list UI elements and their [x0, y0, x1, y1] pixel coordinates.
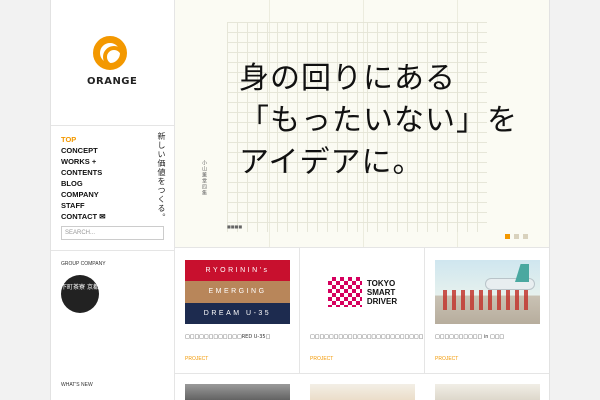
project-tag[interactable]: PROJECT — [310, 356, 333, 362]
project-thumbnail[interactable]: RYORININ's EMERGING DREAM U-35 — [185, 260, 290, 324]
orange-logo-icon[interactable] — [93, 36, 127, 70]
logo-word: DRIVER — [366, 296, 398, 306]
nav-item-staff[interactable]: STAFF — [61, 200, 105, 211]
project-thumbnail[interactable] — [310, 384, 415, 400]
project-thumbnail[interactable] — [185, 384, 290, 400]
slider-dots — [505, 234, 528, 239]
nav-item-company[interactable]: COMPANY — [61, 189, 105, 200]
project-tag[interactable]: PROJECT — [435, 356, 458, 362]
slider-dot[interactable] — [523, 234, 528, 239]
main-nav: TOP CONCEPT WORKS + CONTENTS BLOG COMPAN… — [61, 134, 105, 222]
crowd-image — [443, 290, 533, 310]
nav-item-concept[interactable]: CONCEPT — [61, 145, 105, 156]
logo-word: TOKYO — [366, 278, 396, 288]
slider-dot[interactable] — [514, 234, 519, 239]
nav-item-works[interactable]: WORKS + — [61, 156, 105, 167]
nav-item-blog[interactable]: BLOG — [61, 178, 105, 189]
project-card[interactable]: □□□□□□□□□□ in □□□ PROJECT — [425, 248, 549, 374]
tokyo-smart-driver-logo: TOKYO SMART DRIVER — [367, 279, 397, 306]
project-caption[interactable]: □□□□□□□□□□□□□□□□□□□□□□□□ — [310, 334, 423, 340]
red-u35-band: DREAM U-35 — [185, 302, 290, 324]
hero-headline: 身の回りにある 「もったいない」を アイデアに。 — [239, 58, 518, 184]
project-thumbnail[interactable] — [435, 260, 540, 324]
logo-word: SMART — [366, 287, 396, 297]
project-card[interactable]: TOKYO SMART DRIVER □□□□□□□□□□□□□□□□□□□□□… — [300, 248, 425, 374]
project-caption[interactable]: □□□□□□□□□□□□RED U-35□ — [185, 334, 270, 340]
checkered-logo-icon — [327, 277, 362, 307]
logo-text[interactable]: ORANGE — [87, 76, 137, 87]
tagline: 新しい価値をつくる。 — [157, 132, 166, 222]
hero-side-note: 小山薫堂四集 — [201, 160, 207, 196]
project-card[interactable] — [300, 374, 425, 400]
hero-bottom-note: ■■■■ — [227, 224, 243, 229]
whats-new-label: WHAT'S NEW — [61, 382, 93, 388]
airplane-tail-image — [515, 264, 529, 282]
group-company-seal-icon[interactable]: 下町茶寮 京都 — [61, 275, 99, 313]
hero-slider[interactable]: 身の回りにある 「もったいない」を アイデアに。 小山薫堂四集 ■■■■ — [175, 0, 549, 248]
project-card[interactable] — [175, 374, 300, 400]
page-container: ORANGE TOP CONCEPT WORKS + CONTENTS BLOG… — [50, 0, 550, 400]
project-card[interactable] — [425, 374, 549, 400]
nav-item-contents[interactable]: CONTENTS — [61, 167, 105, 178]
nav-item-top[interactable]: TOP — [61, 134, 105, 145]
left-column: ORANGE TOP CONCEPT WORKS + CONTENTS BLOG… — [51, 0, 175, 400]
project-grid: RYORININ's EMERGING DREAM U-35 □□□□□□□□□… — [175, 248, 549, 400]
hero-line-2: 「もったいない」を — [239, 103, 518, 138]
red-u35-band: EMERGING — [185, 281, 290, 303]
hero-line-3: アイデアに。 — [239, 145, 424, 180]
hero-line-1: 身の回りにある — [239, 61, 456, 96]
project-tag[interactable]: PROJECT — [185, 356, 208, 362]
search-input[interactable]: SEARCH... — [61, 226, 164, 240]
red-u35-band: RYORININ's — [185, 260, 290, 282]
logo-area[interactable]: ORANGE — [51, 0, 175, 126]
group-company: GROUP COMPANY 下町茶寮 京都 — [51, 250, 175, 374]
project-thumbnail[interactable]: TOKYO SMART DRIVER — [310, 260, 415, 324]
project-caption[interactable]: □□□□□□□□□□ in □□□ — [435, 334, 504, 340]
project-thumbnail[interactable] — [435, 384, 540, 400]
group-company-label: GROUP COMPANY — [61, 261, 106, 267]
project-card[interactable]: RYORININ's EMERGING DREAM U-35 □□□□□□□□□… — [175, 248, 300, 374]
nav-item-contact[interactable]: CONTACT ✉ — [61, 211, 105, 222]
slider-dot[interactable] — [505, 234, 510, 239]
